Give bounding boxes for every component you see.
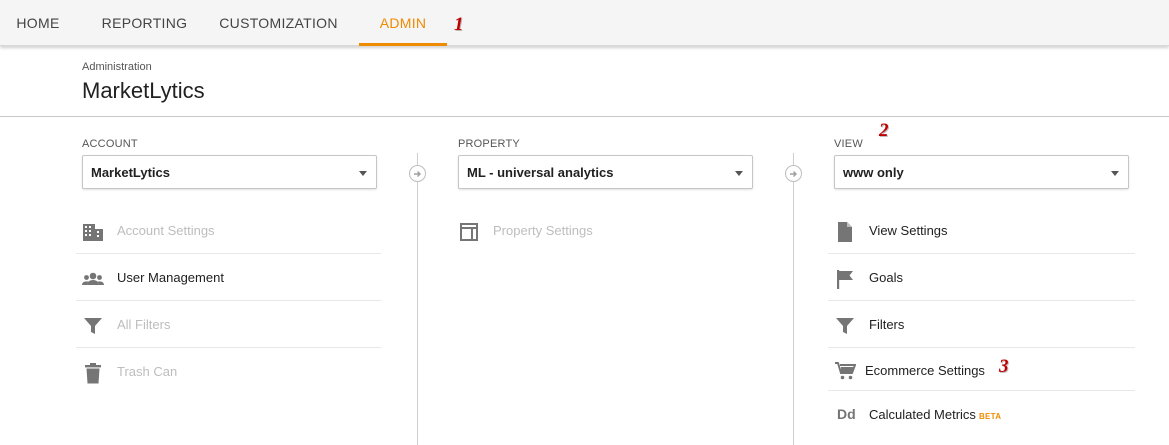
menu-item-calculated-metrics[interactable]: Dd Calculated Metrics BETA xyxy=(828,391,1135,437)
building-icon xyxy=(83,224,103,241)
menu-item-label: Trash Can xyxy=(117,364,178,379)
menu-item-user-management[interactable]: User Management xyxy=(76,255,381,301)
tab-admin[interactable]: ADMIN xyxy=(359,0,447,46)
active-tab-indicator xyxy=(359,43,447,46)
tab-reporting[interactable]: REPORTING xyxy=(96,0,193,46)
users-icon xyxy=(82,272,104,285)
menu-item-goals[interactable]: Goals xyxy=(828,255,1135,301)
property-select-value: ML - universal analytics xyxy=(467,165,614,180)
menu-item-label: Filters xyxy=(869,317,905,332)
window-icon xyxy=(460,223,478,241)
header-divider xyxy=(0,116,1169,117)
document-icon xyxy=(838,222,852,242)
dd-icon: Dd xyxy=(837,406,856,422)
menu-item-ecommerce-settings[interactable]: Ecommerce Settings xyxy=(828,349,1135,391)
menu-item-label: Ecommerce Settings xyxy=(865,363,985,378)
dropdown-caret-icon xyxy=(359,171,367,176)
flag-icon xyxy=(837,270,853,289)
view-select-value: www only xyxy=(843,165,904,180)
menu-item-property-settings[interactable]: Property Settings xyxy=(452,208,757,254)
top-nav: HOME REPORTING CUSTOMIZATION ADMIN xyxy=(0,0,1169,46)
menu-item-label: View Settings xyxy=(869,223,948,238)
menu-item-label: Goals xyxy=(869,270,903,285)
arrow-right-icon xyxy=(409,165,426,182)
menu-item-label: Calculated Metrics BETA xyxy=(869,407,1002,422)
filter-icon xyxy=(84,318,102,334)
beta-badge: BETA xyxy=(978,412,1002,421)
trash-icon xyxy=(85,363,101,384)
dropdown-caret-icon xyxy=(1111,171,1119,176)
page-title: MarketLytics xyxy=(82,78,205,103)
account-label: ACCOUNT xyxy=(82,138,138,150)
cart-icon xyxy=(835,362,856,380)
column-divider xyxy=(417,153,418,445)
tab-home[interactable]: HOME xyxy=(0,0,76,46)
arrow-right-icon xyxy=(785,165,802,182)
menu-item-label: All Filters xyxy=(117,317,171,332)
menu-item-label: Account Settings xyxy=(117,223,215,238)
menu-item-trash-can[interactable]: Trash Can xyxy=(76,349,381,395)
menu-item-account-settings[interactable]: Account Settings xyxy=(76,208,381,254)
menu-item-label: Property Settings xyxy=(493,223,593,238)
tab-customization[interactable]: CUSTOMIZATION xyxy=(213,0,344,46)
account-select[interactable]: MarketLytics xyxy=(82,155,377,189)
menu-item-all-filters[interactable]: All Filters xyxy=(76,302,381,348)
menu-item-filters[interactable]: Filters xyxy=(828,302,1135,348)
breadcrumb: Administration xyxy=(82,61,152,73)
dropdown-caret-icon xyxy=(735,171,743,176)
view-label: VIEW xyxy=(834,138,863,150)
menu-item-view-settings[interactable]: View Settings xyxy=(828,208,1135,254)
property-label: PROPERTY xyxy=(458,138,520,150)
account-select-value: MarketLytics xyxy=(91,165,170,180)
property-select[interactable]: ML - universal analytics xyxy=(458,155,753,189)
annotation-2: 2 xyxy=(879,120,889,141)
view-select[interactable]: www only xyxy=(834,155,1129,189)
column-divider xyxy=(793,153,794,445)
filter-icon xyxy=(836,318,854,334)
annotation-1: 1 xyxy=(454,14,464,35)
menu-item-label: User Management xyxy=(117,270,224,285)
